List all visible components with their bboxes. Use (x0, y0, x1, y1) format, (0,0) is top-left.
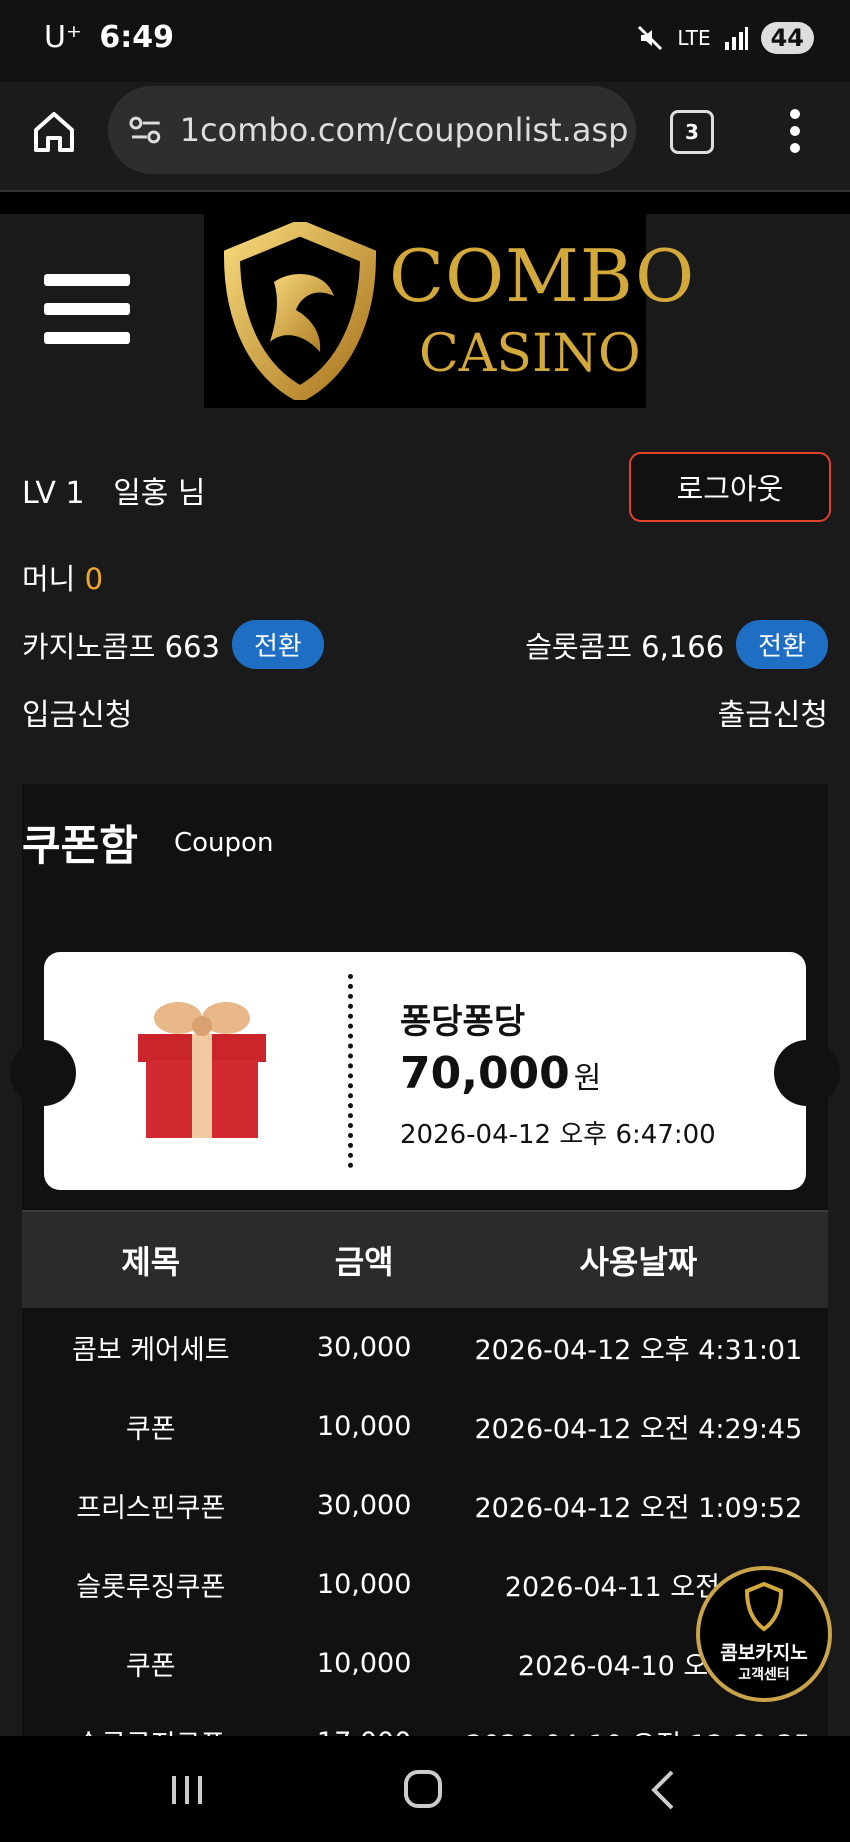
deposit-link[interactable]: 입금신청 (22, 690, 132, 734)
clock: 6:49 (99, 20, 174, 55)
row-amount: 30,000 (316, 1332, 412, 1363)
signal-icon (724, 27, 748, 50)
row-amount: 10,000 (316, 1569, 412, 1600)
money-value: 0 (84, 562, 104, 596)
table-row: 프리스핀쿠폰 30,000 2026-04-12 오전 1:09:52 (22, 1466, 828, 1545)
row-amount: 10,000 (316, 1411, 412, 1442)
ticket-notch-left (10, 1040, 76, 1106)
home-nav-icon[interactable] (398, 1766, 448, 1814)
casino-comp-value: 카지노콤프 663 (22, 629, 220, 664)
table-row: 쿠폰 10,000 2026-04-12 오전 4:29:45 (22, 1387, 828, 1466)
row-title: 슬롯루징쿠폰 (76, 1572, 226, 1603)
row-title: 쿠폰 (125, 1414, 176, 1445)
support-badge-title: 콤보카지노 (720, 1642, 808, 1664)
featured-coupon-name: 퐁당퐁당 (400, 1002, 526, 1042)
row-date: 2026-04-12 오전 4:29:45 (474, 1414, 803, 1445)
slot-comp-value: 슬롯콤프 6,166 (525, 629, 725, 664)
row-title: 프리스핀쿠폰 (76, 1493, 226, 1524)
header-amount: 금액 (279, 1210, 449, 1308)
hamburger-line (44, 332, 130, 344)
row-amount: 10,000 (316, 1648, 412, 1679)
shield-logo-icon (223, 222, 377, 400)
slot-comp-convert-button[interactable]: 전환 (736, 620, 828, 669)
browser-toolbar: 1combo.com/couponlist.asp 3 (0, 82, 850, 192)
menu-button[interactable] (44, 274, 130, 348)
ticket-notch-right (774, 1040, 840, 1106)
slot-comp: 슬롯콤프 6,166 전환 (525, 620, 828, 669)
row-date: 2026-04-12 오후 4:31:01 (474, 1335, 803, 1366)
table-row: 콤보 케어세트 30,000 2026-04-12 오후 4:31:01 (22, 1308, 828, 1387)
mute-icon (638, 25, 663, 51)
logo-text-combo: COMBO (389, 234, 696, 318)
site-header-strip (0, 192, 850, 214)
row-title: 쿠폰 (125, 1651, 176, 1682)
hamburger-line (44, 274, 130, 286)
currency-unit: 원 (573, 1061, 602, 1096)
battery-indicator: 44 (760, 22, 814, 54)
featured-coupon-amount: 70,000 원 (400, 1048, 601, 1099)
casino-comp-convert-button[interactable]: 전환 (231, 620, 324, 669)
row-title: 콤보 케어세트 (71, 1335, 230, 1366)
user-info: LV 1 일홍 님 (22, 468, 206, 512)
logout-button[interactable]: 로그아웃 (629, 452, 831, 522)
header-title: 제목 (22, 1210, 280, 1308)
network-label: LTE (677, 26, 711, 50)
coupon-history-table: 제목 금액 사용날짜 콤보 케어세트 30,000 2026-04-12 오후 … (22, 1210, 828, 1782)
back-icon[interactable] (640, 1766, 690, 1814)
address-bar[interactable]: 1combo.com/couponlist.asp (108, 86, 636, 174)
hamburger-line (44, 303, 130, 315)
url-text: 1combo.com/couponlist.asp (179, 111, 629, 149)
withdraw-link[interactable]: 출금신청 (718, 690, 828, 734)
gift-box-icon (138, 1002, 266, 1138)
coupon-title: 쿠폰함 (22, 821, 138, 870)
home-icon[interactable] (30, 108, 78, 156)
header-used-date: 사용날짜 (448, 1210, 828, 1308)
system-nav-bar (0, 1736, 850, 1842)
featured-amount-value: 70,000 (400, 1048, 570, 1099)
row-date: 2026-04-12 오전 1:09:52 (474, 1493, 803, 1524)
casino-comp: 카지노콤프 663 전환 (22, 620, 324, 669)
customer-support-button[interactable]: 콤보카지노 고객센터 (696, 1566, 832, 1702)
more-menu-icon[interactable] (780, 106, 810, 156)
shield-logo-icon (744, 1582, 784, 1632)
ticket-divider (348, 974, 353, 1168)
recent-apps-icon[interactable] (162, 1766, 212, 1814)
carrier-label: U⁺ (44, 20, 82, 55)
featured-coupon-date: 2026-04-12 오후 6:47:00 (400, 1120, 716, 1150)
table-header-row: 제목 금액 사용날짜 (22, 1210, 828, 1308)
tab-switcher-button[interactable]: 3 (670, 110, 714, 154)
coupon-subtitle: Coupon (174, 828, 274, 858)
site-settings-icon[interactable] (126, 110, 166, 150)
money-label: 머니 (22, 562, 76, 596)
user-name: 일홍 님 (113, 476, 206, 511)
status-bar: U⁺ 6:49 LTE 44 (0, 0, 850, 82)
featured-coupon-card[interactable]: 퐁당퐁당 70,000 원 2026-04-12 오후 6:47:00 (10, 952, 840, 1190)
row-amount: 30,000 (316, 1490, 412, 1521)
logo-text-casino: CASINO (419, 324, 641, 384)
money-balance: 머니 0 (22, 556, 103, 598)
support-badge-subtitle: 고객센터 (738, 1667, 790, 1683)
user-level: LV 1 (22, 476, 85, 511)
site-logo[interactable]: COMBO CASINO (204, 214, 694, 408)
